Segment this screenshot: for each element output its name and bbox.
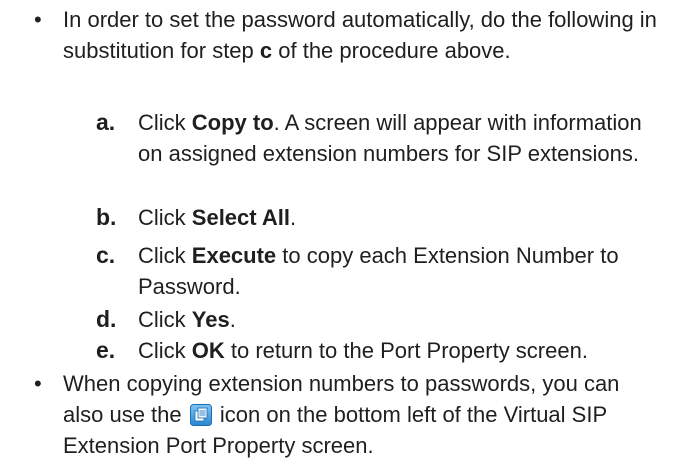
step-text: Click Yes. — [138, 304, 668, 335]
step-text-pre: Click — [138, 243, 192, 268]
step-letter: a. — [96, 109, 116, 135]
step-text: Click Select All. — [138, 202, 668, 233]
step-button-name: Execute — [191, 243, 277, 268]
step-button-name: OK — [191, 338, 225, 363]
bullet-text: In order to set the password automatical… — [63, 4, 663, 66]
step-button-name: Copy to — [191, 110, 274, 135]
bullet-text-after: of the procedure above. — [272, 38, 511, 63]
bullet-marker: • — [34, 7, 42, 32]
step-text-post: . — [229, 307, 236, 332]
copy-extension-icon — [189, 403, 212, 426]
step-text-pre: Click — [138, 338, 192, 363]
bullet-marker: • — [34, 371, 42, 396]
step-letter: e. — [96, 337, 116, 363]
step-letter: d. — [96, 306, 117, 332]
step-button-name: Yes — [191, 307, 230, 332]
step-text: Click OK to return to the Port Property … — [138, 335, 668, 366]
step-reference: c — [259, 38, 273, 63]
step-text: Click Copy to. A screen will appear with… — [138, 107, 668, 169]
step-text-pre: Click — [138, 307, 192, 332]
step-text-pre: Click — [138, 110, 192, 135]
step-text-post: . — [290, 205, 297, 230]
step-button-name: Select All — [191, 205, 291, 230]
step-text: Click Execute to copy each Extension Num… — [138, 240, 668, 302]
bullet-text: When copying extension numbers to passwo… — [63, 368, 663, 461]
step-letter: c. — [96, 242, 116, 268]
step-letter: b. — [96, 204, 117, 230]
step-text-pre: Click — [138, 205, 192, 230]
step-text-post: to return to the Port Property screen. — [224, 338, 588, 363]
